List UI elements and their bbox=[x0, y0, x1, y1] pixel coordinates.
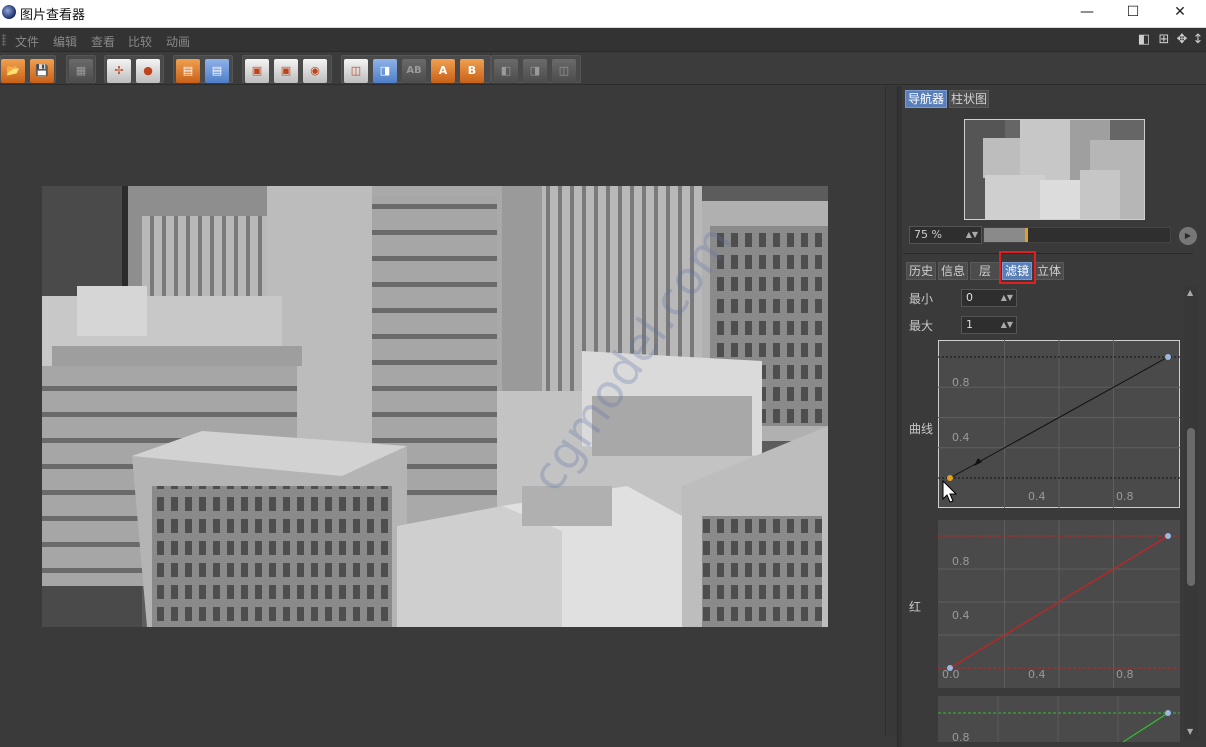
maximize-button[interactable]: ☐ bbox=[1110, 0, 1156, 26]
zoom-slider-fill bbox=[984, 228, 1025, 242]
menu-edit[interactable]: 编辑 bbox=[53, 33, 77, 50]
render-region-icon[interactable]: ▣ bbox=[245, 59, 269, 83]
curve-chart[interactable]: 0.8 0.4 0.4 0.8 bbox=[938, 340, 1180, 508]
curve-point-end[interactable] bbox=[1165, 354, 1171, 360]
red-chart[interactable]: 0.8 0.4 0.0 0.4 0.8 bbox=[938, 520, 1180, 688]
user-icon[interactable]: ● bbox=[136, 59, 160, 83]
curve-ytick-1: 0.4 bbox=[952, 431, 970, 444]
scroll-up-icon[interactable]: ▲ bbox=[1187, 288, 1193, 297]
viewport-scrollbar[interactable] bbox=[885, 86, 897, 736]
scroll-down-icon[interactable]: ▼ bbox=[1187, 727, 1193, 736]
red-xtick-0: 0.0 bbox=[942, 668, 960, 681]
layers-icon[interactable]: ▤ bbox=[176, 59, 200, 83]
green-chart[interactable]: 0.8 bbox=[938, 696, 1180, 742]
title-bar: 图片查看器 — ☐ ✕ bbox=[0, 0, 1206, 28]
tab-histogram[interactable]: 柱状图 bbox=[949, 90, 989, 108]
tab-info[interactable]: 信息 bbox=[938, 262, 968, 280]
min-spinner-icon[interactable]: ▲▼ bbox=[1001, 290, 1013, 306]
render-tool-group: ▣ ▣ ◉ bbox=[242, 55, 332, 83]
max-spinner-icon[interactable]: ▲▼ bbox=[1001, 317, 1013, 333]
stereo-left-icon[interactable]: ◧ bbox=[494, 59, 518, 83]
layout-toggle-icon[interactable]: ◧ bbox=[1136, 32, 1152, 47]
menu-compare[interactable]: 比较 bbox=[128, 33, 152, 50]
tab-layer[interactable]: 层 bbox=[970, 262, 1000, 280]
menu-grip-icon bbox=[2, 34, 6, 46]
mouse-cursor-icon bbox=[942, 480, 958, 503]
curve-xtick-1: 0.8 bbox=[1116, 490, 1134, 503]
curve-ytick-0: 0.8 bbox=[952, 376, 970, 389]
filter-tab-highlight bbox=[999, 251, 1036, 284]
window-title: 图片查看器 bbox=[20, 8, 86, 23]
max-field[interactable]: 1 ▲▼ bbox=[961, 316, 1017, 334]
open-icon[interactable]: 📂 bbox=[1, 59, 25, 83]
curve-xtick-0: 0.4 bbox=[1028, 490, 1046, 503]
render-all-icon[interactable]: ◉ bbox=[303, 59, 327, 83]
layers-active-icon[interactable]: ▤ bbox=[205, 59, 229, 83]
minimize-button[interactable]: — bbox=[1064, 0, 1110, 26]
stereo-both-icon[interactable]: ◫ bbox=[552, 59, 576, 83]
thumbnail-svg bbox=[965, 120, 1144, 219]
red-xtick-2: 0.8 bbox=[1116, 668, 1134, 681]
tab-navigator[interactable]: 导航器 bbox=[905, 90, 947, 108]
min-field[interactable]: 0 ▲▼ bbox=[961, 289, 1017, 307]
file-tool-group: 📂 💾 bbox=[0, 55, 56, 83]
ab-swap-icon[interactable]: AB bbox=[402, 59, 426, 83]
tab-history[interactable]: 历史 bbox=[906, 262, 936, 280]
compare-tool-group: ◫ ◨ AB A B bbox=[341, 55, 491, 83]
red-label: 红 bbox=[909, 600, 922, 614]
menu-file[interactable]: 文件 bbox=[15, 33, 39, 50]
zoom-field[interactable]: 75 % ▲▼ bbox=[909, 226, 982, 244]
min-value: 0 bbox=[966, 291, 973, 304]
zoom-spinner-icon[interactable]: ▲▼ bbox=[966, 227, 978, 243]
red-ytick-1: 0.4 bbox=[952, 609, 970, 622]
set-b-icon[interactable]: B bbox=[460, 59, 484, 83]
panel-scrollbar-thumb[interactable] bbox=[1187, 428, 1195, 586]
move-tool-icon[interactable]: ✢ bbox=[107, 59, 131, 83]
toolbar: 📂 💾 ▦ ✢ ● ▤ ▤ ▣ ▣ ◉ ◫ ◨ AB A B ◧ ◨ ◫ bbox=[0, 53, 1206, 85]
green-ytick-0: 0.8 bbox=[952, 731, 970, 742]
panel-splitter[interactable] bbox=[897, 86, 902, 747]
stereo-tool-group: ◧ ◨ ◫ bbox=[491, 55, 581, 83]
red-xtick-1: 0.4 bbox=[1028, 668, 1046, 681]
zoom-slider[interactable] bbox=[983, 227, 1171, 243]
menu-view[interactable]: 查看 bbox=[91, 33, 115, 50]
move-icon[interactable]: ✥ bbox=[1174, 32, 1190, 47]
grid-icon[interactable]: ▦ bbox=[69, 59, 93, 83]
grid-tool-group: ▦ bbox=[66, 55, 96, 83]
save-icon[interactable]: 💾 bbox=[30, 59, 54, 83]
channel-tool-group: ✢ ● bbox=[104, 55, 164, 83]
play-icon[interactable]: ▶ bbox=[1179, 227, 1197, 245]
menu-animation[interactable]: 动画 bbox=[166, 33, 190, 50]
zoom-slider-knob[interactable] bbox=[1024, 228, 1028, 242]
render-view-icon[interactable]: ▣ bbox=[274, 59, 298, 83]
panel-scrollbar[interactable]: ▲ ▼ bbox=[1184, 286, 1198, 741]
set-a-icon[interactable]: A bbox=[431, 59, 455, 83]
green-point-end[interactable] bbox=[1165, 710, 1171, 716]
panel-divider bbox=[903, 253, 1193, 254]
menu-bar: 文件 编辑 查看 比较 动画 ◧ ⊞ ✥ ↕ bbox=[0, 28, 1206, 52]
ab-compare-icon[interactable]: ◫ bbox=[344, 59, 368, 83]
split-view-icon[interactable]: ◨ bbox=[373, 59, 397, 83]
panel-toggle-icon[interactable]: ⊞ bbox=[1156, 32, 1172, 47]
min-label: 最小 bbox=[909, 292, 934, 306]
zoom-value: 75 % bbox=[914, 228, 942, 241]
max-value: 1 bbox=[966, 318, 973, 331]
max-label: 最大 bbox=[909, 319, 934, 333]
red-ytick-0: 0.8 bbox=[952, 555, 970, 568]
close-button[interactable]: ✕ bbox=[1157, 0, 1203, 26]
navigator-thumbnail[interactable] bbox=[964, 119, 1145, 220]
tab-stereo[interactable]: 立体 bbox=[1034, 262, 1064, 280]
layer-tool-group: ▤ ▤ bbox=[173, 55, 233, 83]
stereo-right-icon[interactable]: ◨ bbox=[523, 59, 547, 83]
red-point-end[interactable] bbox=[1165, 533, 1171, 539]
app-icon bbox=[2, 5, 16, 19]
curve-label: 曲线 bbox=[909, 422, 934, 436]
expand-icon[interactable]: ↕ bbox=[1190, 32, 1206, 47]
